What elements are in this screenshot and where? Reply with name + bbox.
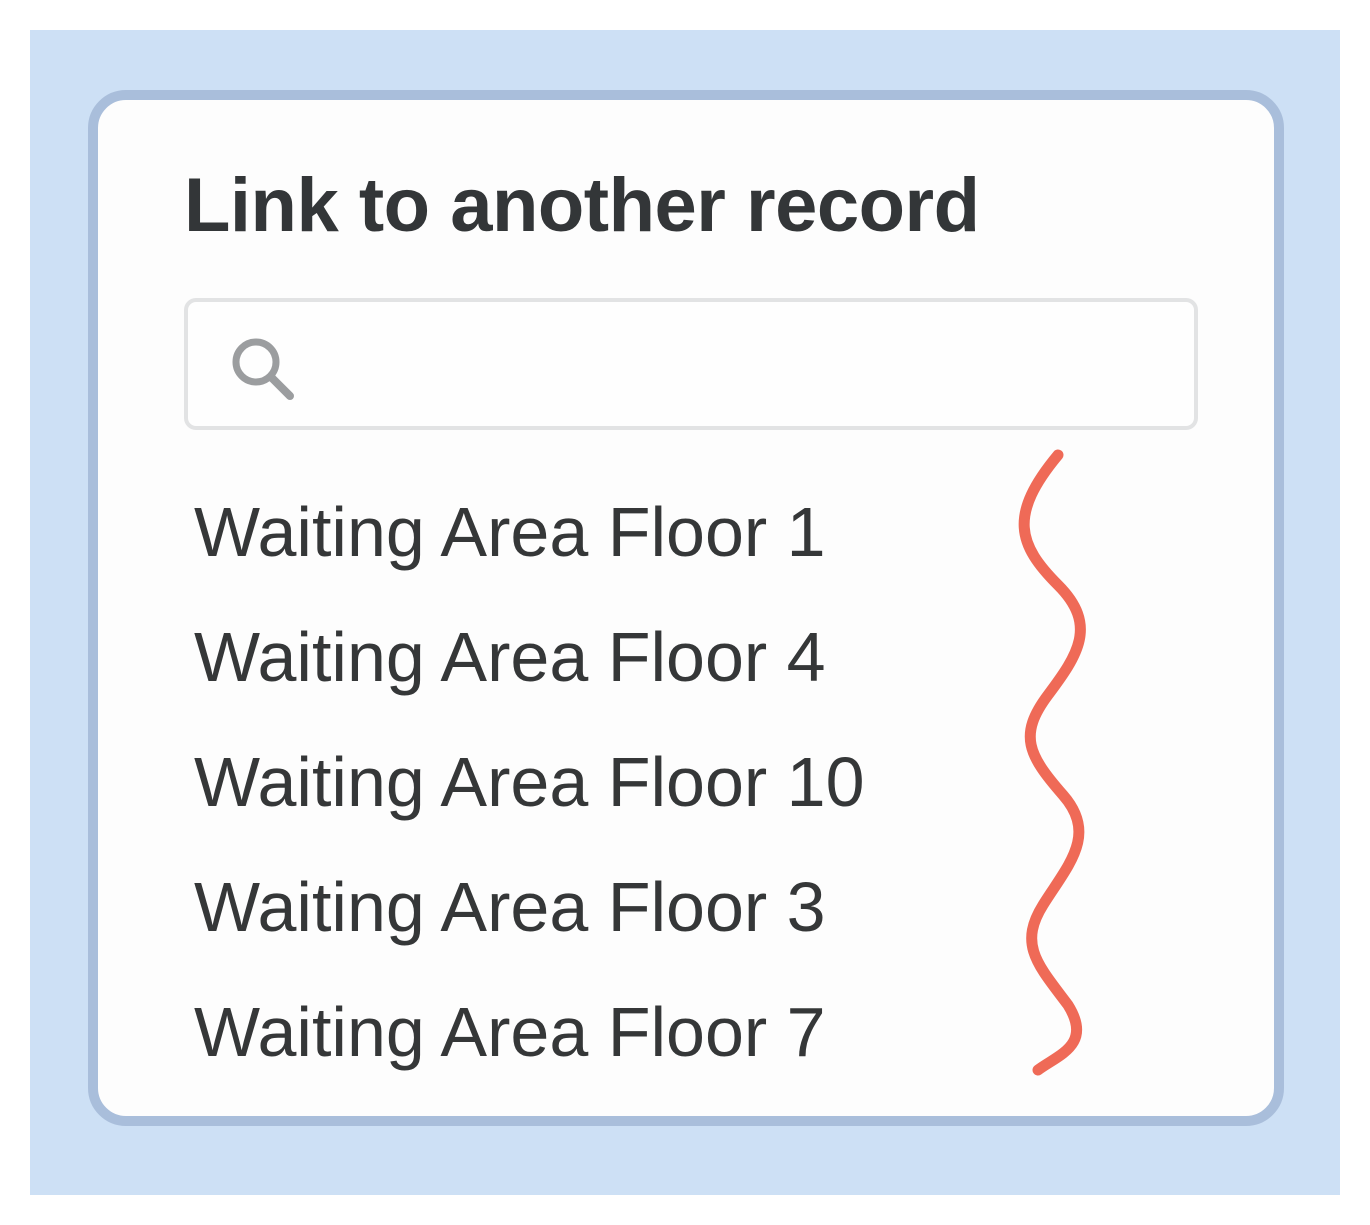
list-item[interactable]: Waiting Area Floor 3 xyxy=(194,855,865,980)
dialog-title: Link to another record xyxy=(184,163,980,248)
list-item[interactable]: Waiting Area Floor 4 xyxy=(194,605,865,730)
search-icon xyxy=(232,338,294,400)
search-box[interactable] xyxy=(184,298,1198,430)
list-item[interactable]: Waiting Area Floor 1 xyxy=(194,480,865,605)
annotation-squiggle xyxy=(1018,449,1086,1076)
list-item[interactable]: Waiting Area Floor 10 xyxy=(194,730,865,855)
record-list: Waiting Area Floor 1 Waiting Area Floor … xyxy=(194,480,865,1105)
search-input[interactable] xyxy=(318,324,1182,410)
list-item[interactable]: Waiting Area Floor 7 xyxy=(194,980,865,1105)
link-record-dialog: Link to another record Waiting Area Floo… xyxy=(88,90,1284,1126)
